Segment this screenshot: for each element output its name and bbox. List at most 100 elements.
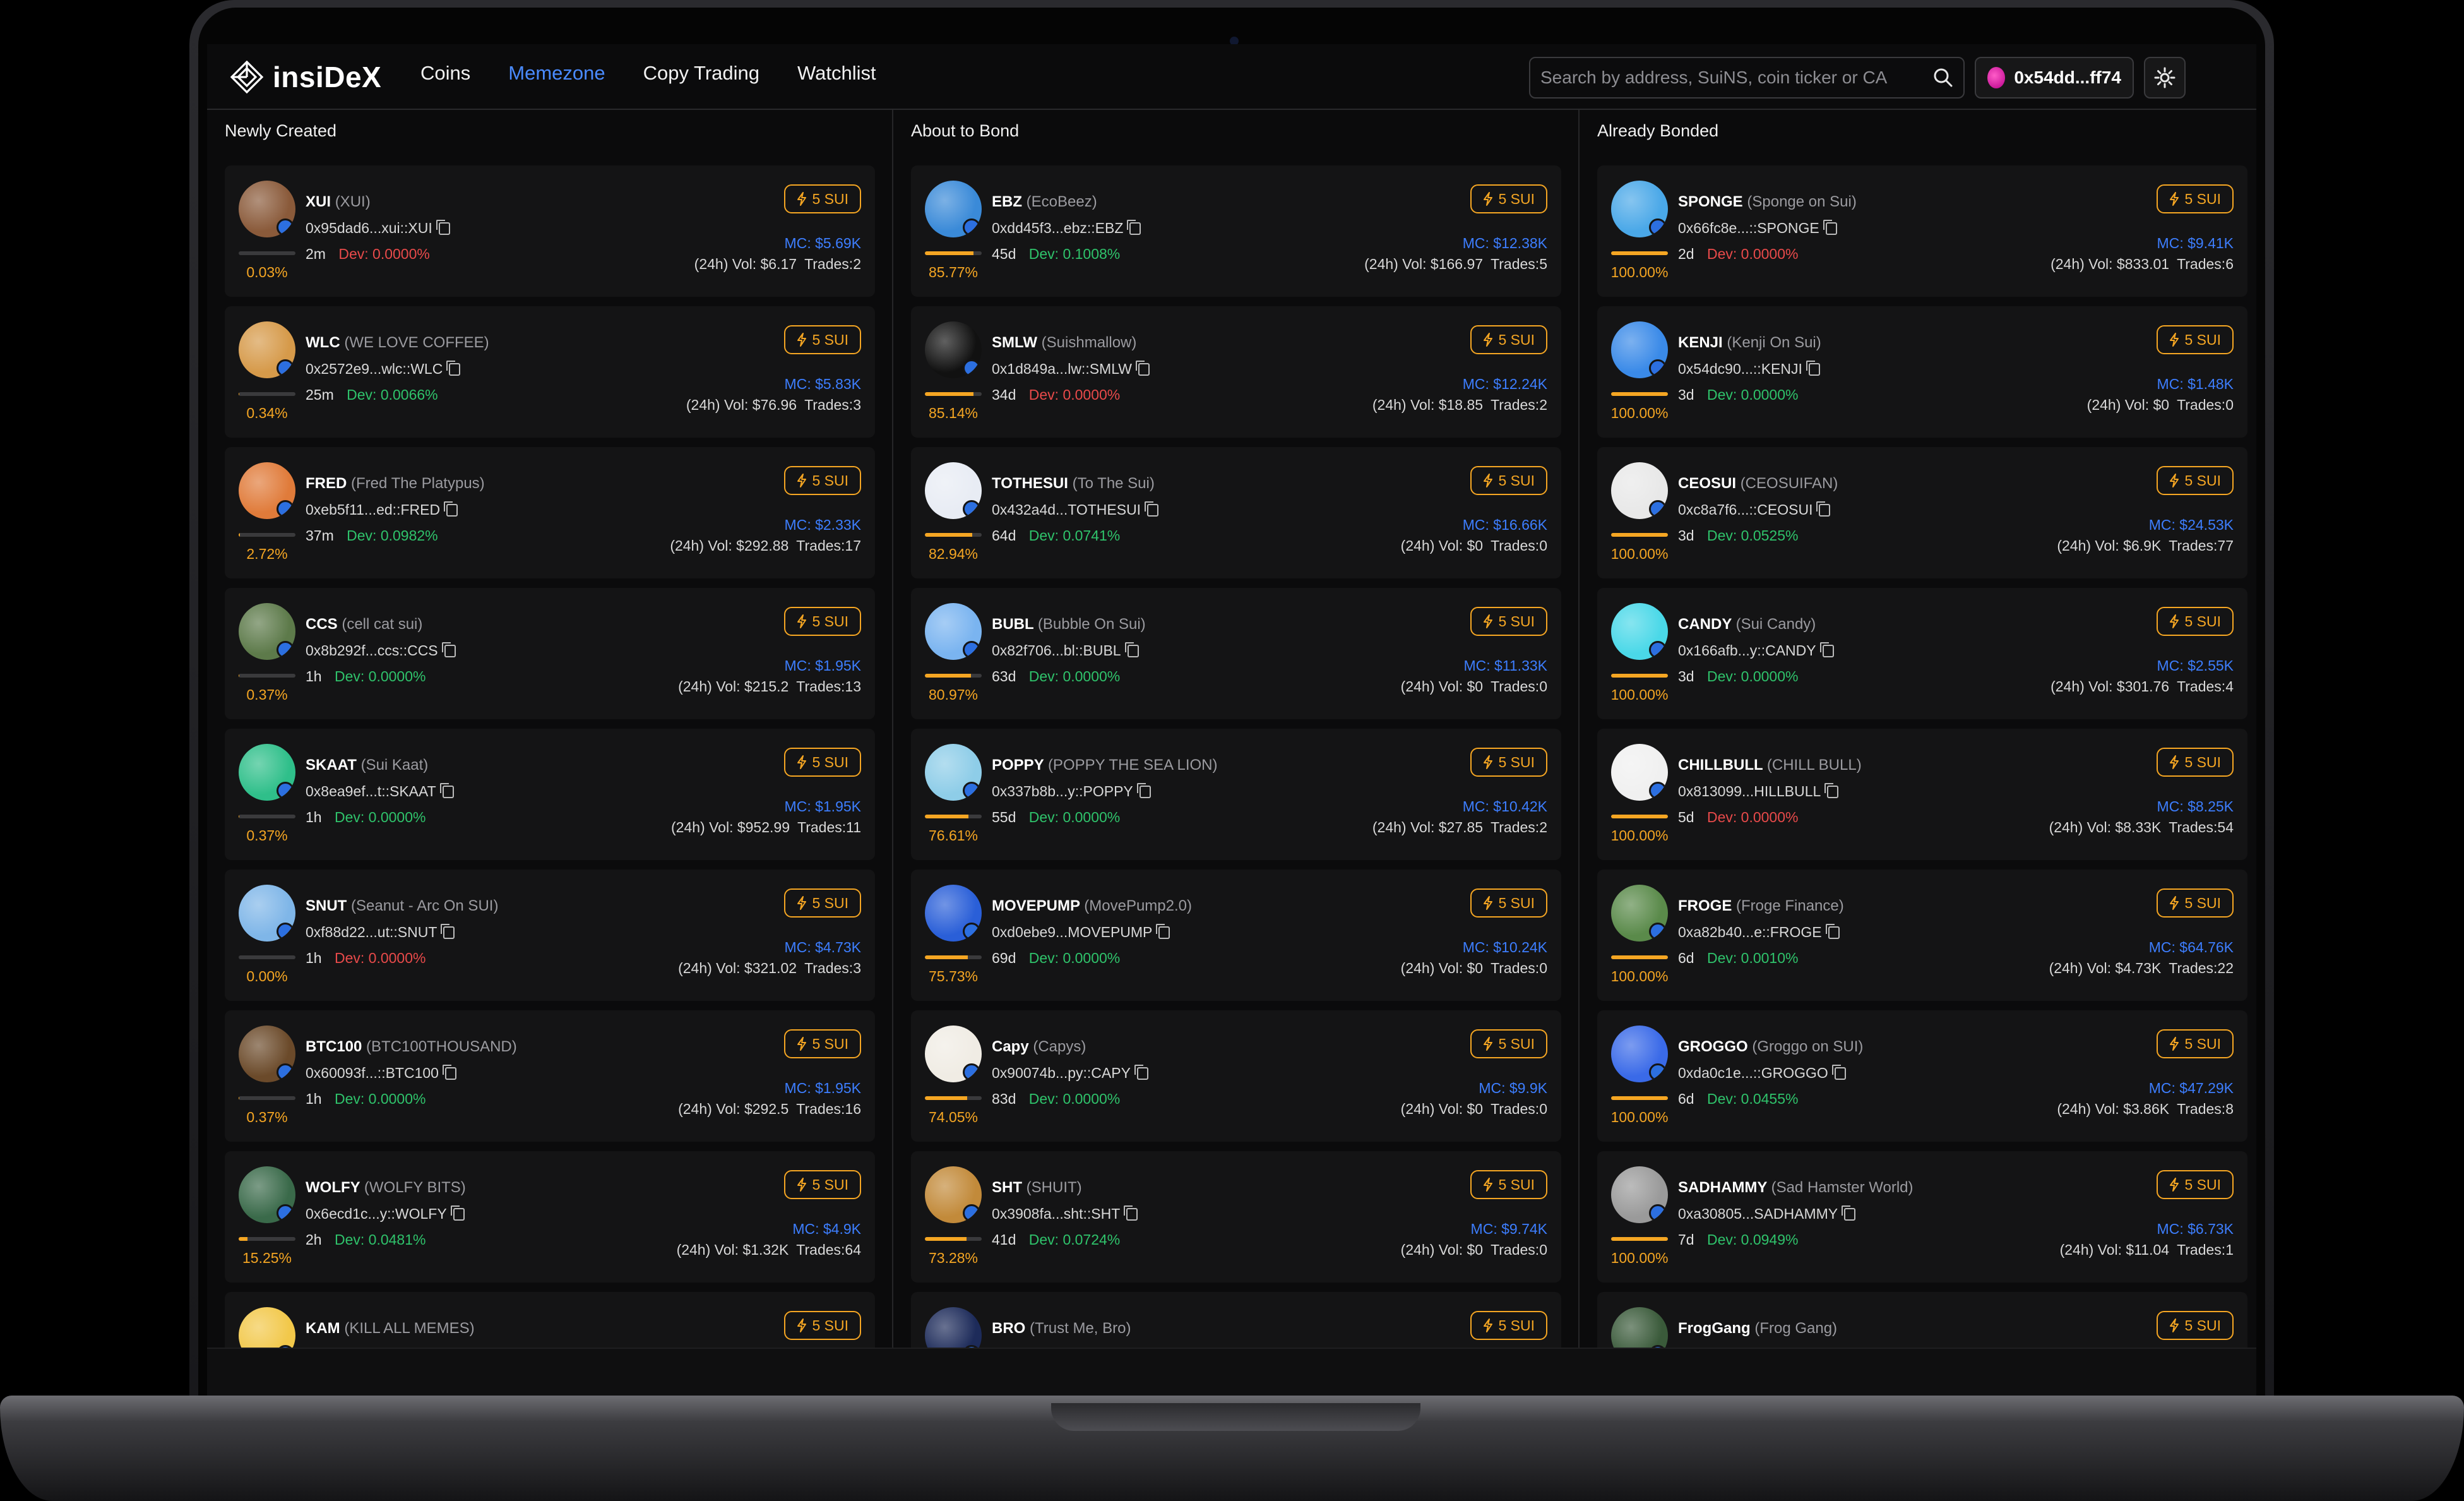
token-card[interactable]: CEOSUI (CEOSUIFAN) 0xc8a7f6...::CEOSUI 3…: [1597, 447, 2247, 578]
token-address: 0x54dc90...::KENJI: [1678, 361, 1802, 377]
token-card[interactable]: SPONGE (Sponge on Sui) 0x66fc8e...::SPON…: [1597, 165, 2247, 297]
volume-row: (24h) Vol: $11.04 Trades:1: [2060, 1241, 2234, 1259]
quick-buy-button[interactable]: 5 SUI: [1470, 888, 1547, 918]
app-logo[interactable]: insiDeX: [230, 58, 381, 96]
quick-buy-button[interactable]: 5 SUI: [784, 607, 861, 636]
quick-buy-button[interactable]: 5 SUI: [2157, 325, 2234, 354]
volume-row: (24h) Vol: $0 Trades:0: [1401, 1241, 1547, 1259]
market-cap: MC: $12.24K: [1462, 376, 1547, 392]
copy-icon[interactable]: [1136, 782, 1151, 798]
copy-icon[interactable]: [1156, 923, 1170, 939]
copy-icon[interactable]: [1819, 642, 1834, 657]
copy-icon[interactable]: [1823, 219, 1837, 235]
token-card[interactable]: BTC100 (BTC100THOUSAND) 0x60093f...::BTC…: [225, 1010, 875, 1142]
copy-icon[interactable]: [446, 360, 461, 376]
copy-icon[interactable]: [439, 782, 454, 798]
quick-buy-button[interactable]: 5 SUI: [2157, 184, 2234, 213]
token-card[interactable]: MOVEPUMP (MovePump2.0) 0xd0ebe9...MOVEPU…: [911, 870, 1561, 1001]
copy-icon[interactable]: [441, 923, 455, 939]
token-card[interactable]: FRED (Fred The Platypus) 0xeb5f11...ed::…: [225, 447, 875, 578]
copy-icon[interactable]: [1806, 360, 1820, 376]
token-card[interactable]: SADHAMMY (Sad Hamster World) 0xa30805...…: [1597, 1151, 2247, 1283]
quick-buy-button[interactable]: 5 SUI: [784, 888, 861, 918]
token-card[interactable]: POPPY (POPPY THE SEA LION) 0x337b8b...y:…: [911, 729, 1561, 860]
nav-copy-trading[interactable]: Copy Trading: [643, 62, 759, 85]
quick-buy-button[interactable]: 5 SUI: [784, 184, 861, 213]
quick-buy-button[interactable]: 5 SUI: [2157, 607, 2234, 636]
copy-icon[interactable]: [450, 1205, 465, 1221]
quick-buy-button[interactable]: 5 SUI: [2157, 748, 2234, 777]
quick-buy-button[interactable]: 5 SUI: [784, 748, 861, 777]
wallet-button[interactable]: 0x54dd...ff74: [1975, 57, 2134, 99]
copy-icon[interactable]: [1816, 501, 1831, 517]
token-card[interactable]: Capy (Capys) 0x90074b...py::CAPY 83d Dev…: [911, 1010, 1561, 1142]
quick-buy-button[interactable]: 5 SUI: [2157, 1170, 2234, 1199]
copy-icon[interactable]: [1124, 642, 1139, 657]
copy-icon[interactable]: [1825, 923, 1840, 939]
quick-buy-button[interactable]: 5 SUI: [1470, 1170, 1547, 1199]
volume-24h: (24h) Vol: $76.96: [686, 397, 797, 413]
token-title: SPONGE (Sponge on Sui): [1678, 193, 1857, 211]
quick-buy-button[interactable]: 5 SUI: [2157, 1311, 2234, 1340]
quick-buy-button[interactable]: 5 SUI: [784, 1170, 861, 1199]
token-card[interactable]: CANDY (Sui Candy) 0x166afb...y::CANDY 3d…: [1597, 588, 2247, 719]
nav-coins[interactable]: Coins: [420, 62, 470, 85]
quick-buy-button[interactable]: 5 SUI: [784, 1029, 861, 1058]
quick-buy-button[interactable]: 5 SUI: [2157, 1029, 2234, 1058]
token-card[interactable]: EBZ (EcoBeez) 0xdd45f3...ebz::EBZ 45d De…: [911, 165, 1561, 297]
quick-buy-label: 5 SUI: [2184, 1176, 2221, 1193]
quick-buy-button[interactable]: 5 SUI: [784, 466, 861, 495]
volume-24h: (24h) Vol: $11.04: [2059, 1241, 2170, 1258]
token-card[interactable]: FROGE (Froge Finance) 0xa82b40...e::FROG…: [1597, 870, 2247, 1001]
token-card[interactable]: CCS (cell cat sui) 0x8b292f...ccs::CCS 1…: [225, 588, 875, 719]
token-card[interactable]: TOTHESUI (To The Sui) 0x432a4d...TOTHESU…: [911, 447, 1561, 578]
token-title: WOLFY (WOLFY BITS): [306, 1179, 466, 1197]
copy-icon[interactable]: [1824, 782, 1839, 798]
copy-icon[interactable]: [1145, 501, 1159, 517]
copy-icon[interactable]: [442, 1064, 456, 1080]
token-card[interactable]: SMLW (Suishmallow) 0x1d849a...lw::SMLW 3…: [911, 306, 1561, 438]
copy-icon[interactable]: [1136, 360, 1150, 376]
token-age: 1h: [306, 809, 322, 825]
copy-icon[interactable]: [441, 642, 456, 657]
token-age: 1h: [306, 950, 322, 966]
copy-icon[interactable]: [436, 219, 450, 235]
column-title: Already Bonded: [1597, 121, 1719, 140]
nav-watchlist[interactable]: Watchlist: [797, 62, 876, 85]
copy-icon[interactable]: [1124, 1205, 1138, 1221]
copy-icon[interactable]: [1134, 1064, 1148, 1080]
token-card[interactable]: SHT (SHUIT) 0x3908fa...sht::SHT 41d Dev:…: [911, 1151, 1561, 1283]
quick-buy-button[interactable]: 5 SUI: [784, 325, 861, 354]
copy-icon[interactable]: [444, 501, 458, 517]
nav-memezone[interactable]: Memezone: [508, 62, 605, 85]
token-card[interactable]: KENJI (Kenji On Sui) 0x54dc90...::KENJI …: [1597, 306, 2247, 438]
copy-icon[interactable]: [1842, 1205, 1856, 1221]
token-card[interactable]: BUBL (Bubble On Sui) 0x82f706...bl::BUBL…: [911, 588, 1561, 719]
quick-buy-button[interactable]: 5 SUI: [1470, 1029, 1547, 1058]
search-input[interactable]: [1540, 68, 1933, 88]
token-full-name: (Capys): [1033, 1038, 1086, 1055]
quick-buy-button[interactable]: 5 SUI: [1470, 325, 1547, 354]
quick-buy-button[interactable]: 5 SUI: [1470, 466, 1547, 495]
quick-buy-button[interactable]: 5 SUI: [1470, 607, 1547, 636]
settings-button[interactable]: [2144, 57, 2186, 99]
sui-badge-icon: [1649, 1063, 1667, 1081]
token-card[interactable]: WOLFY (WOLFY BITS) 0x6ecd1c...y::WOLFY 2…: [225, 1151, 875, 1283]
quick-buy-button[interactable]: 5 SUI: [2157, 888, 2234, 918]
quick-buy-button[interactable]: 5 SUI: [784, 1311, 861, 1340]
quick-buy-button[interactable]: 5 SUI: [1470, 1311, 1547, 1340]
token-card[interactable]: GROGGO (Groggo on SUI) 0xda0c1e...::GROG…: [1597, 1010, 2247, 1142]
token-card[interactable]: XUI (XUI) 0x95dad6...xui::XUI 2m Dev: 0.…: [225, 165, 875, 297]
lightning-icon: [797, 1178, 807, 1192]
copy-icon[interactable]: [1127, 219, 1141, 235]
search-icon[interactable]: [1933, 68, 1953, 88]
quick-buy-button[interactable]: 5 SUI: [1470, 748, 1547, 777]
token-card[interactable]: WLC (WE LOVE COFFEE) 0x2572e9...wlc::WLC…: [225, 306, 875, 438]
quick-buy-button[interactable]: 5 SUI: [2157, 466, 2234, 495]
copy-icon[interactable]: [1831, 1064, 1846, 1080]
quick-buy-button[interactable]: 5 SUI: [1470, 184, 1547, 213]
bonding-progress-bar: [1611, 955, 1668, 959]
token-card[interactable]: SKAAT (Sui Kaat) 0x8ea9ef...t::SKAAT 1h …: [225, 729, 875, 860]
token-card[interactable]: CHILLBULL (CHILL BULL) 0x813099...HILLBU…: [1597, 729, 2247, 860]
token-card[interactable]: SNUT (Seanut - Arc On SUI) 0xf88d22...ut…: [225, 870, 875, 1001]
